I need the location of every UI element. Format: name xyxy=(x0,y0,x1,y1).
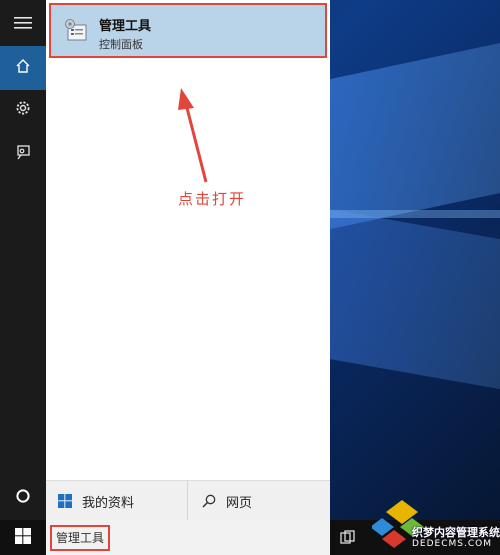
taskbar-search-box[interactable]: 管理工具 xyxy=(46,520,330,555)
cortana-circle-icon xyxy=(15,488,31,508)
hamburger-menu-button[interactable] xyxy=(0,2,46,46)
annotation-arrow xyxy=(178,88,208,183)
best-match-result[interactable]: 管理工具 控制面板 xyxy=(49,3,327,58)
wallpaper-light-beam xyxy=(330,209,500,391)
search-input[interactable]: 管理工具 xyxy=(50,525,111,551)
administrative-tools-icon xyxy=(63,17,89,43)
home-icon xyxy=(15,58,31,78)
wallpaper-light-beam xyxy=(330,40,500,230)
home-button[interactable] xyxy=(0,46,46,90)
annotation-label: 点击打开 xyxy=(178,190,247,208)
feedback-button[interactable] xyxy=(0,132,46,176)
filter-web[interactable]: 网页 xyxy=(187,481,330,521)
settings-button[interactable] xyxy=(0,88,46,132)
windows-start-icon xyxy=(15,527,31,548)
search-filter-bar: 我的资料 网页 xyxy=(46,480,330,521)
windows-icon xyxy=(58,494,72,508)
start-menu-rail xyxy=(0,0,46,520)
result-title: 管理工具 xyxy=(99,19,152,34)
filter-web-label: 网页 xyxy=(226,495,253,511)
start-button[interactable] xyxy=(0,520,46,555)
search-icon xyxy=(202,494,216,508)
watermark-url: DEDECMS.COM xyxy=(412,539,492,549)
search-results-panel: 管理工具 控制面板 点击打开 我的资料 网页 xyxy=(46,0,330,521)
result-subtitle: 控制面板 xyxy=(99,38,143,51)
watermark-text: 织梦内容管理系统 xyxy=(412,526,500,539)
feedback-icon xyxy=(15,144,31,164)
cortana-button[interactable] xyxy=(0,476,46,520)
filter-my-stuff[interactable]: 我的资料 xyxy=(46,481,186,521)
wallpaper-light-beam xyxy=(330,210,500,218)
task-view-icon[interactable] xyxy=(338,528,358,548)
hamburger-icon xyxy=(14,15,32,34)
gear-icon xyxy=(15,100,31,120)
filter-my-stuff-label: 我的资料 xyxy=(82,495,135,511)
